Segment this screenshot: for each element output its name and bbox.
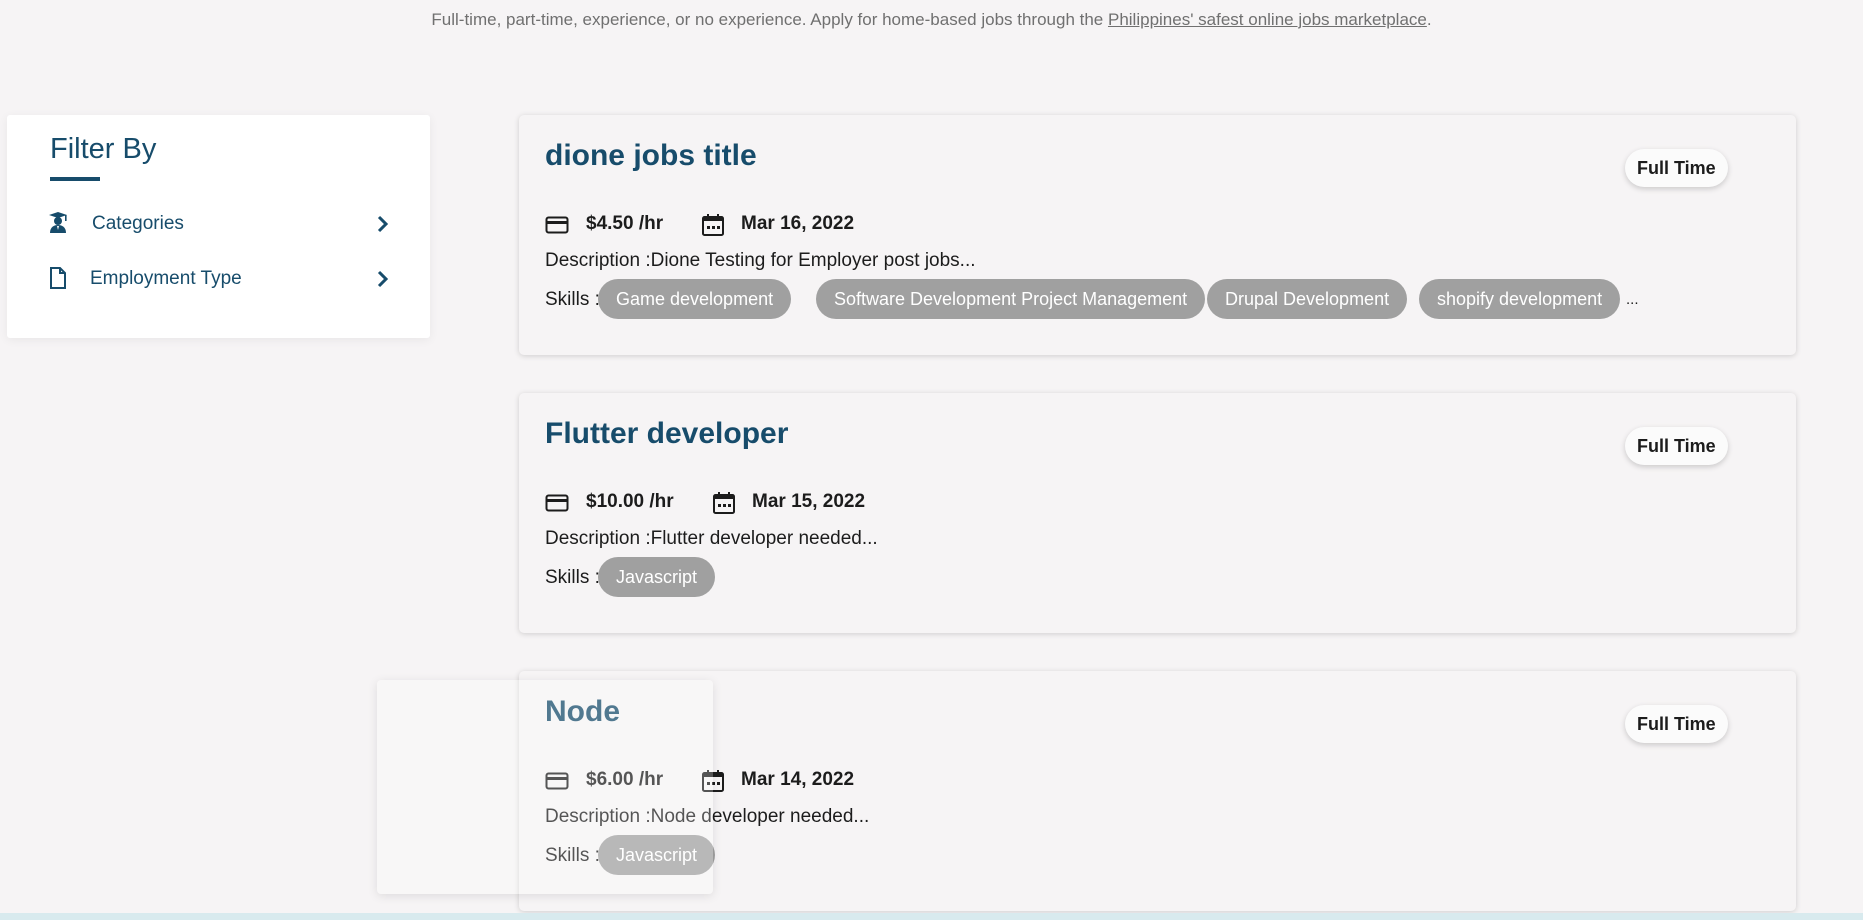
job-description: Description :Dione Testing for Employer … <box>545 250 976 271</box>
employment-type-badge: Full Time <box>1625 149 1728 187</box>
more-skills-ellipsis: ... <box>1626 291 1639 308</box>
employment-type-badge: Full Time <box>1625 427 1728 465</box>
skills-label: Skills : <box>545 567 600 588</box>
page-tagline: Full-time, part-time, experience, or no … <box>0 10 1863 30</box>
job-description: Description :Flutter developer needed... <box>545 528 878 549</box>
job-meta: $10.00 /hr Mar 15, 2022 <box>545 487 1245 517</box>
calendar-icon <box>701 213 725 237</box>
skill-chip[interactable]: Software Development Project Management <box>816 279 1206 319</box>
job-date: Mar 14, 2022 <box>741 769 855 790</box>
job-rate: $4.50 /hr <box>586 213 664 234</box>
skill-chip[interactable]: shopify development <box>1419 279 1621 319</box>
skill-chip[interactable]: Javascript <box>598 557 716 597</box>
filter-title-underline <box>50 177 100 181</box>
marketplace-link[interactable]: Philippines' safest online jobs marketpl… <box>1108 10 1427 29</box>
job-card[interactable]: dione jobs title Full Time $4.50 /hr Mar… <box>519 115 1796 355</box>
skill-chip[interactable]: Drupal Development <box>1207 279 1408 319</box>
graduate-icon <box>47 211 69 235</box>
filter-title: Filter By <box>50 133 157 165</box>
job-meta: $4.50 /hr Mar 16, 2022 <box>545 209 1245 239</box>
job-date: Mar 15, 2022 <box>752 491 866 512</box>
job-title[interactable]: Flutter developer <box>545 417 788 451</box>
credit-card-icon <box>545 491 569 515</box>
tagline-text: Full-time, part-time, experience, or no … <box>431 10 1108 29</box>
filter-item-label: Employment Type <box>90 268 242 289</box>
job-rate: $10.00 /hr <box>586 491 674 512</box>
skills-label: Skills : <box>545 289 600 310</box>
job-skills: Skills : Javascript <box>545 557 1745 599</box>
filter-item-categories[interactable]: Categories <box>7 207 430 247</box>
job-skills: Skills : Game development Software Devel… <box>545 279 1745 321</box>
job-card[interactable]: Flutter developer Full Time $10.00 /hr M… <box>519 393 1796 633</box>
chevron-right-icon <box>375 268 391 290</box>
chevron-right-icon <box>375 213 391 235</box>
filter-panel: Filter By Categories Employment Type <box>7 115 430 338</box>
filter-item-employment-type[interactable]: Employment Type <box>7 262 430 302</box>
calendar-icon <box>712 491 736 515</box>
job-date: Mar 16, 2022 <box>741 213 855 234</box>
tagline-end: . <box>1426 10 1432 29</box>
job-skills: Skills : Javascript <box>545 835 1745 877</box>
employment-type-badge: Full Time <box>1625 705 1728 743</box>
filter-item-label: Categories <box>92 213 184 234</box>
skill-chip[interactable]: Game development <box>598 279 792 319</box>
document-icon <box>47 266 69 290</box>
overlay-panel <box>377 680 713 894</box>
job-title[interactable]: dione jobs title <box>545 139 757 173</box>
footer-strip <box>0 913 1863 920</box>
credit-card-icon <box>545 213 569 237</box>
